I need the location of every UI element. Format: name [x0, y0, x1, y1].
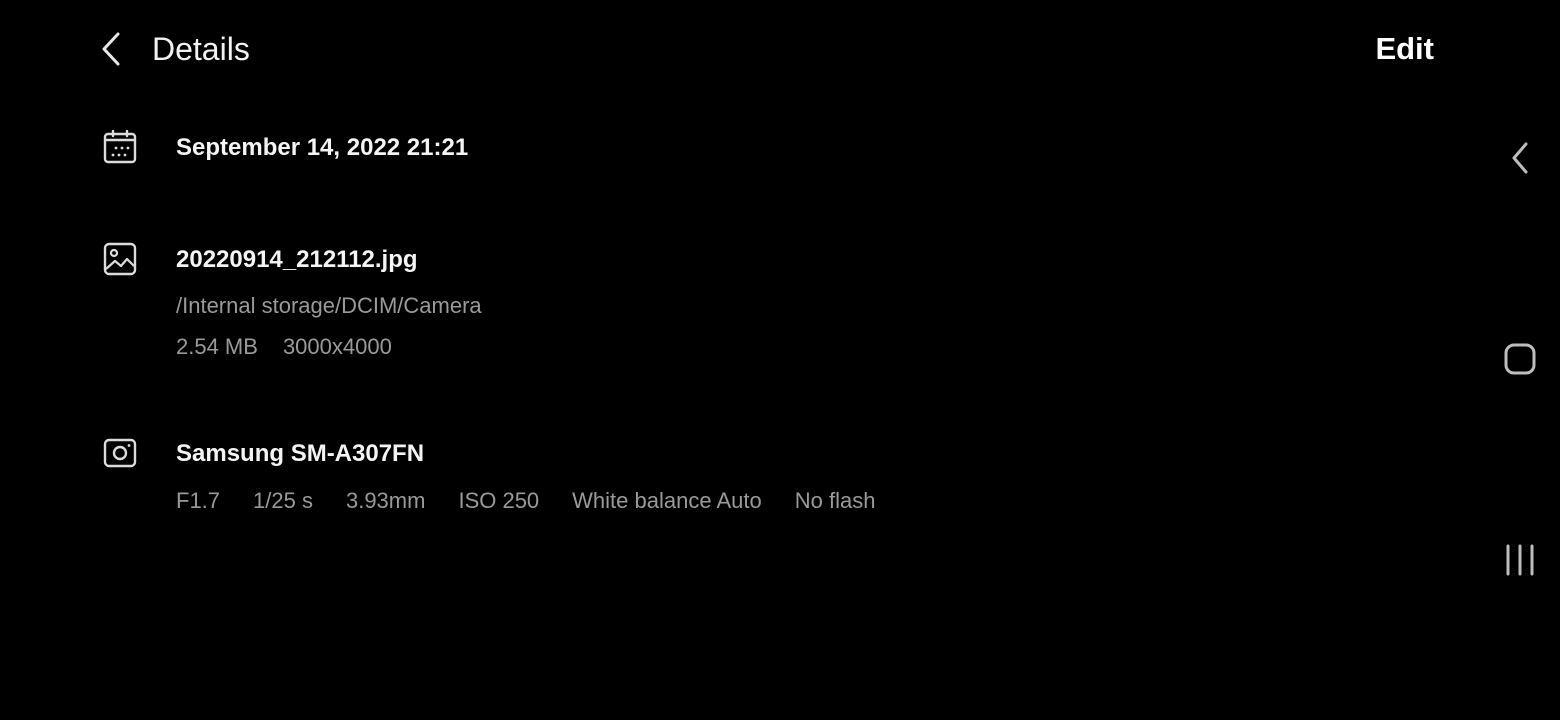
- nav-back-icon: [1512, 142, 1528, 174]
- file-resolution: 3000x4000: [282, 334, 392, 359]
- white-balance-value: White balance Auto: [572, 488, 762, 513]
- shutter-value: 1/25 s: [253, 488, 313, 513]
- file-row: 20220914_212112.jpg /Internal storage/DC…: [0, 240, 1480, 370]
- date-row: September 14, 2022 21:21: [0, 128, 1480, 178]
- nav-home-button[interactable]: [1500, 339, 1540, 379]
- camera-icon: [103, 438, 137, 468]
- chevron-left-icon: [102, 32, 120, 66]
- camera-row: Samsung SM-A307FN F1.7 1/25 s 3.93mm ISO 25…: [0, 434, 1480, 524]
- nav-recents-button[interactable]: [1500, 540, 1540, 580]
- image-icon: [103, 242, 137, 276]
- calendar-icon: [103, 130, 137, 164]
- camera-model: Samsung SM-A307FN: [176, 440, 425, 467]
- nav-recents-icon: [1506, 544, 1534, 576]
- file-properties: 2.54 MB 3000x4000: [176, 333, 392, 361]
- aperture-value: F1.7: [176, 488, 221, 513]
- page-title: Details: [152, 31, 250, 67]
- iso-value: ISO 250: [458, 488, 540, 513]
- back-button[interactable]: [94, 30, 128, 68]
- file-size: 2.54 MB: [176, 334, 258, 359]
- navigation-bar: [1480, 0, 1560, 720]
- nav-back-button[interactable]: [1500, 138, 1540, 178]
- file-path: /Internal storage/DCIM/Camera: [176, 293, 482, 318]
- date-time-value: September 14, 2022 21:21: [176, 134, 469, 161]
- file-name: 20220914_212112.jpg: [176, 246, 418, 273]
- focal-length-value: 3.93mm: [345, 488, 426, 513]
- nav-home-icon: [1504, 343, 1536, 375]
- edit-button[interactable]: Edit: [1375, 28, 1434, 70]
- flash-value: No flash: [794, 488, 876, 513]
- camera-exif: F1.7 1/25 s 3.93mm ISO 250 White balance Aut…: [176, 487, 875, 515]
